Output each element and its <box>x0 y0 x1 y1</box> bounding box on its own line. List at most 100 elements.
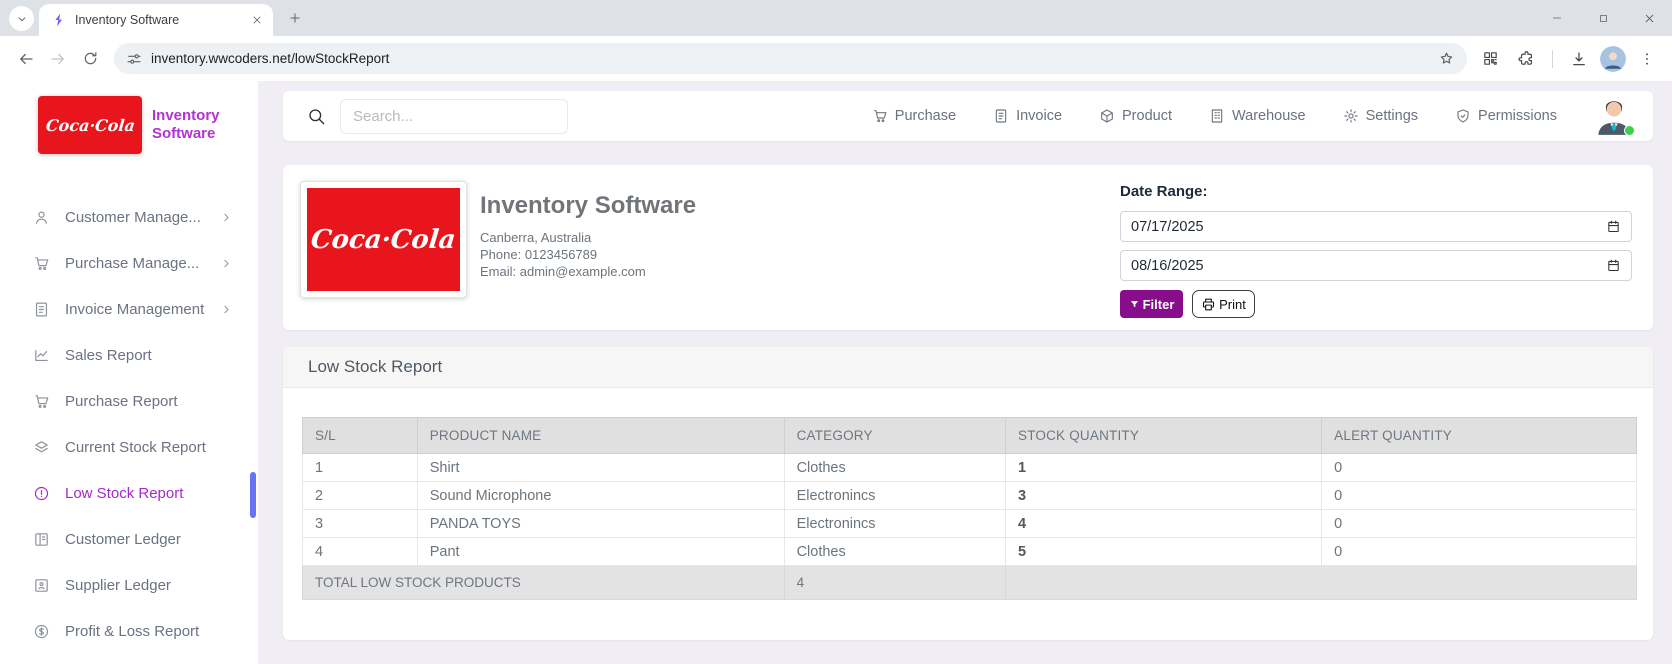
maximize-button[interactable] <box>1580 0 1626 36</box>
main-content: Purchase Invoice Product Warehouse Setti… <box>258 81 1672 664</box>
qr-code-button[interactable] <box>1475 44 1505 74</box>
chevron-right-icon <box>220 211 233 224</box>
site-settings-icon[interactable] <box>126 51 142 67</box>
search-area <box>307 99 568 134</box>
dots-vertical-icon <box>1639 51 1655 67</box>
cart-icon <box>33 255 50 272</box>
coca-cola-logo-text: Coca·Cola <box>45 116 136 135</box>
sidebar-scrollbar-thumb[interactable] <box>250 472 256 518</box>
bookmark-star-icon[interactable] <box>1438 50 1455 67</box>
table-row: 1 Shirt Clothes 1 0 <box>303 454 1637 482</box>
extensions-button[interactable] <box>1511 44 1541 74</box>
user-icon <box>33 209 50 226</box>
maximize-icon <box>1598 13 1609 24</box>
top-nav-settings[interactable]: Settings <box>1343 108 1418 124</box>
online-status-dot <box>1624 125 1635 136</box>
col-header-product: PRODUCT NAME <box>417 418 784 454</box>
toolbar-actions <box>1475 44 1662 74</box>
browser-tab[interactable]: Inventory Software <box>39 4 273 36</box>
back-icon <box>17 50 35 68</box>
low-stock-table: S/L PRODUCT NAME CATEGORY STOCK QUANTITY… <box>302 417 1637 600</box>
col-header-stock: STOCK QUANTITY <box>1006 418 1322 454</box>
address-bar[interactable]: inventory.wwcoders.net/lowStockReport <box>114 43 1467 74</box>
filter-button[interactable]: Filter <box>1120 290 1183 318</box>
footer-total-label: TOTAL LOW STOCK PRODUCTS <box>303 566 785 600</box>
date-to-input[interactable]: 08/16/2025 <box>1120 250 1632 281</box>
sidebar-item-profit-loss-report[interactable]: Profit & Loss Report <box>0 608 258 654</box>
print-button[interactable]: Print <box>1192 290 1255 318</box>
footer-total-value: 4 <box>784 566 1005 600</box>
user-avatar[interactable] <box>1591 93 1637 139</box>
sidebar-item-customer-ledger[interactable]: Customer Ledger <box>0 516 258 562</box>
downloads-button[interactable] <box>1564 44 1594 74</box>
cart-icon <box>872 108 888 124</box>
cart-icon <box>33 393 50 410</box>
forward-button[interactable] <box>42 43 74 75</box>
window-controls <box>1534 0 1672 36</box>
sidebar-item-purchase-report[interactable]: Purchase Report <box>0 378 258 424</box>
browser-toolbar: inventory.wwcoders.net/lowStockReport <box>0 36 1672 81</box>
new-tab-button[interactable] <box>282 5 308 31</box>
search-input[interactable] <box>340 99 568 134</box>
date-range-panel: Date Range: 07/17/2025 08/16/2025 Filter <box>1120 181 1632 314</box>
forward-icon <box>49 50 67 68</box>
chevron-down-icon <box>15 12 29 26</box>
brand-name: Inventory Software <box>152 107 220 143</box>
toolbar-divider <box>1552 50 1553 68</box>
company-phone: Phone: 0123456789 <box>480 246 696 263</box>
top-nav-permissions[interactable]: Permissions <box>1455 108 1557 124</box>
sidebar: Coca·Cola Inventory Software Customer Ma… <box>0 81 258 664</box>
browser-window: Inventory Software inventory.wwcoders.ne… <box>0 0 1672 664</box>
calendar-icon[interactable] <box>1606 219 1621 234</box>
gear-icon <box>1343 108 1359 124</box>
invoice-icon <box>33 301 50 318</box>
sidebar-item-purchase-manage[interactable]: Purchase Manage... <box>0 240 258 286</box>
chevron-right-icon <box>220 257 233 270</box>
sales-chart-icon <box>33 347 50 364</box>
col-header-category: CATEGORY <box>784 418 1005 454</box>
app-frame: Coca·Cola Inventory Software Customer Ma… <box>0 81 1672 664</box>
coca-cola-logo-text-large: Coca·Cola <box>310 225 458 255</box>
sidebar-item-invoice-management[interactable]: Invoice Management <box>0 286 258 332</box>
top-nav-product[interactable]: Product <box>1099 108 1172 124</box>
report-header-card: Coca·Cola Inventory Software Canberra, A… <box>283 165 1653 330</box>
back-button[interactable] <box>10 43 42 75</box>
reload-button[interactable] <box>74 43 106 75</box>
company-name: Inventory Software <box>480 192 696 220</box>
top-nav-invoice[interactable]: Invoice <box>993 108 1062 124</box>
close-icon <box>251 14 263 26</box>
box-icon <box>1099 108 1115 124</box>
minimize-button[interactable] <box>1534 0 1580 36</box>
sidebar-item-current-stock-report[interactable]: Current Stock Report <box>0 424 258 470</box>
supplier-card-icon <box>33 577 50 594</box>
sidebar-brand: Coca·Cola Inventory Software <box>0 81 258 154</box>
close-button[interactable] <box>1626 0 1672 36</box>
top-nav-purchase[interactable]: Purchase <box>872 108 956 124</box>
browser-profile-avatar[interactable] <box>1600 46 1626 72</box>
plus-icon <box>288 11 302 25</box>
company-location: Canberra, Australia <box>480 229 696 246</box>
table-footer-row: TOTAL LOW STOCK PRODUCTS 4 <box>303 566 1637 600</box>
sidebar-item-customer-manage[interactable]: Customer Manage... <box>0 194 258 240</box>
tab-search-button[interactable] <box>9 6 34 31</box>
browser-menu-button[interactable] <box>1632 44 1662 74</box>
sidebar-item-low-stock-report[interactable]: Low Stock Report <box>0 470 258 516</box>
search-icon <box>307 107 326 126</box>
tab-close-button[interactable] <box>248 12 265 29</box>
col-header-alert: ALERT QUANTITY <box>1322 418 1637 454</box>
puzzle-icon <box>1518 50 1535 67</box>
calendar-icon[interactable] <box>1606 258 1621 273</box>
minimize-icon <box>1551 12 1563 24</box>
table-row: 2 Sound Microphone Electronincs 3 0 <box>303 482 1637 510</box>
sidebar-item-sales-report[interactable]: Sales Report <box>0 332 258 378</box>
company-info: Coca·Cola Inventory Software Canberra, A… <box>300 181 696 314</box>
top-nav-warehouse[interactable]: Warehouse <box>1209 108 1306 124</box>
company-logo: Coca·Cola <box>38 96 142 154</box>
table-row: 3 PANDA TOYS Electronincs 4 0 <box>303 510 1637 538</box>
warehouse-icon <box>1209 108 1225 124</box>
sidebar-item-supplier-ledger[interactable]: Supplier Ledger <box>0 562 258 608</box>
date-from-input[interactable]: 07/17/2025 <box>1120 211 1632 242</box>
layers-icon <box>33 439 50 456</box>
col-header-sl: S/L <box>303 418 418 454</box>
top-navigation: Purchase Invoice Product Warehouse Setti… <box>872 108 1557 124</box>
